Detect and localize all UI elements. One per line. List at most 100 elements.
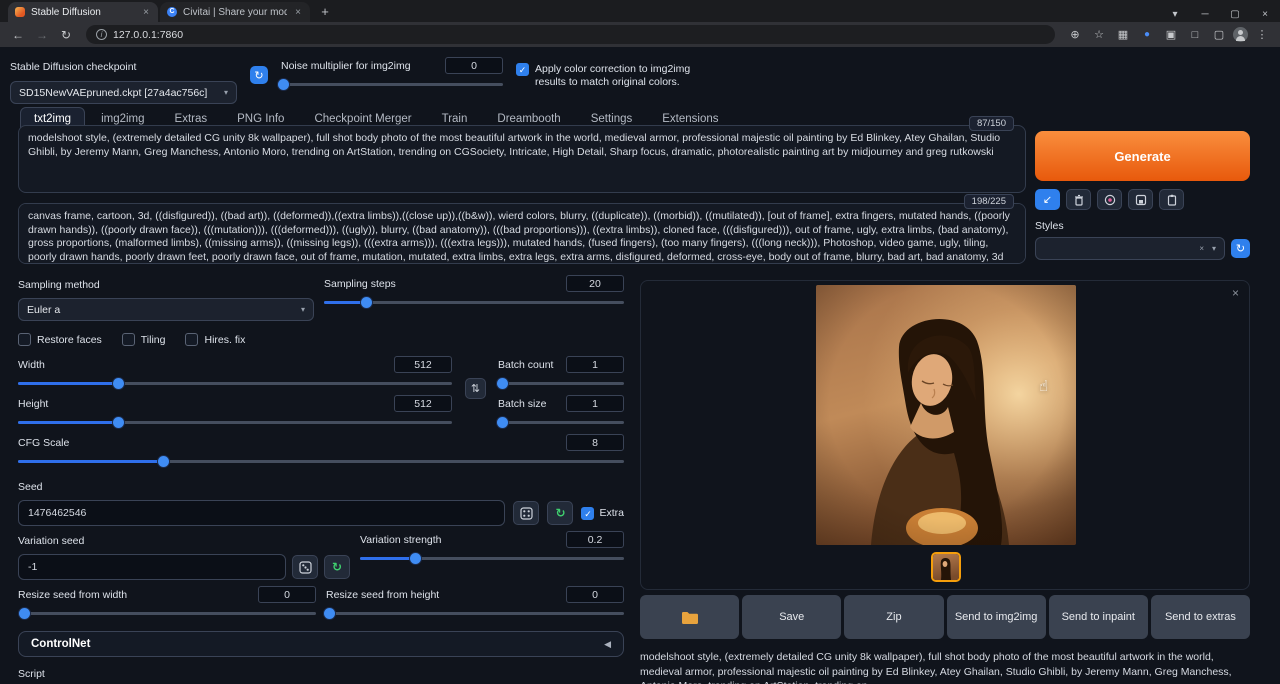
height-slider[interactable] [18,416,452,428]
sidebar-icon[interactable]: ▢ [1209,28,1229,41]
batch-count-slider[interactable] [498,377,624,389]
height-value[interactable]: 512 [394,395,452,412]
close-tab-icon[interactable]: × [141,7,151,18]
slider-knob[interactable] [497,378,508,389]
gallery-thumbnail[interactable] [931,552,961,582]
cfg-scale-slider[interactable] [18,455,624,467]
reload-icon[interactable]: ↻ [56,28,76,42]
random-seed-button[interactable] [513,501,539,525]
variation-strength-slider[interactable] [360,552,624,564]
cast-icon[interactable]: □ [1185,29,1205,41]
noise-multiplier-slider[interactable] [281,78,503,90]
browser-tab-stable-diffusion[interactable]: Stable Diffusion × [8,2,158,22]
checkpoint-dropdown[interactable]: SD15NewVAEpruned.ckpt [27a4ac756c] ▾ [10,81,237,104]
slider-knob[interactable] [158,456,169,467]
result-gallery: × [640,280,1250,590]
paste-params-button[interactable]: ↙ [1035,189,1060,210]
reuse-seed-button[interactable]: ↻ [547,501,573,525]
recycle-icon: ↻ [332,560,342,574]
tab-search-icon[interactable]: ▾ [1160,9,1190,20]
width-slider[interactable] [18,377,452,389]
variation-strength-label: Variation strength [360,534,442,546]
back-icon[interactable]: ← [8,28,28,42]
hires-fix-checkbox[interactable] [185,333,198,346]
reuse-variation-seed-button[interactable]: ↻ [324,555,350,579]
cfg-scale-value[interactable]: 8 [566,434,624,451]
send-to-extras-button[interactable]: Send to extras [1151,595,1250,639]
extra-networks-button[interactable] [1097,189,1122,210]
hand-cursor-icon: ☝ [1039,377,1048,395]
record-indicator-icon[interactable]: ● [1137,29,1157,40]
swap-dimensions-button[interactable]: ⇅ [465,378,486,399]
refresh-styles-button[interactable]: ↻ [1231,239,1250,258]
resize-seed-width-label: Resize seed from width [18,589,127,601]
close-window-button[interactable]: × [1250,9,1280,20]
slider-knob[interactable] [278,79,289,90]
maximize-button[interactable]: ▢ [1220,9,1250,20]
zip-button[interactable]: Zip [844,595,943,639]
resize-seed-height-slider[interactable] [326,607,624,619]
restore-faces-checkbox[interactable] [18,333,31,346]
batch-size-slider[interactable] [498,416,624,428]
generated-image[interactable] [816,285,1076,545]
styles-dropdown[interactable]: × ▾ [1035,237,1225,260]
send-to-img2img-button[interactable]: Send to img2img [947,595,1046,639]
slider-knob[interactable] [497,417,508,428]
tiling-checkbox[interactable] [122,333,135,346]
slider-knob[interactable] [410,553,421,564]
refresh-checkpoint-button[interactable]: ↻ [250,66,268,84]
open-folder-button[interactable] [640,595,739,639]
slider-knob[interactable] [324,608,335,619]
quick-settings: Stable Diffusion checkpoint SD15NewVAEpr… [10,57,711,104]
slider-knob[interactable] [113,378,124,389]
reading-list-icon[interactable]: ▣ [1161,28,1181,41]
resize-seed-height-value[interactable]: 0 [566,586,624,603]
clipboard-icon [1166,194,1178,206]
sampling-steps-value[interactable]: 20 [566,275,624,292]
seed-input[interactable]: 1476462546 [18,500,505,526]
color-correction-checkbox[interactable]: ✓ [516,63,529,76]
new-tab-button[interactable]: + [316,3,334,21]
slider-knob[interactable] [361,297,372,308]
batch-count-value[interactable]: 1 [566,356,624,373]
close-tab-icon[interactable]: × [293,7,303,18]
minimize-button[interactable]: ─ [1190,9,1220,20]
sampling-steps-slider[interactable] [324,296,624,308]
forward-icon[interactable]: → [32,28,52,42]
clear-prompt-button[interactable] [1066,189,1091,210]
color-correction-label: Apply color correction to img2img result… [535,63,711,89]
generate-button[interactable]: Generate [1035,131,1250,181]
styles-row: × ▾ ↻ [1035,237,1250,260]
browser-tab-civitai[interactable]: C Civitai | Share your models × [160,2,310,22]
apply-style-button[interactable] [1159,189,1184,210]
save-style-button[interactable] [1128,189,1153,210]
random-variation-seed-button[interactable] [292,555,318,579]
sampling-method-dropdown[interactable]: Euler a ▾ [18,298,314,321]
sampling-steps-group: Sampling steps 20 [324,275,624,321]
save-button[interactable]: Save [742,595,841,639]
install-icon[interactable]: ⊕ [1065,28,1085,41]
negative-prompt-input[interactable]: canvas frame, cartoon, 3d, ((disfigured)… [18,203,1026,264]
clear-styles-icon[interactable]: × [1199,244,1204,253]
close-gallery-icon[interactable]: × [1232,286,1239,300]
menu-dots-icon[interactable]: ⋮ [1252,28,1272,41]
resize-seed-width-slider[interactable] [18,607,316,619]
variation-seed-input[interactable]: -1 [18,554,286,580]
site-info-icon[interactable]: i [96,29,107,40]
variation-strength-value[interactable]: 0.2 [566,531,624,548]
controlnet-accordion[interactable]: ControlNet ◀ [18,631,624,657]
extra-seed-checkbox[interactable]: ✓ [581,507,594,520]
bookmark-star-icon[interactable]: ☆ [1089,28,1109,41]
noise-multiplier-control: Noise multiplier for img2img 0 [281,57,503,90]
noise-multiplier-value[interactable]: 0 [445,57,503,74]
profile-avatar[interactable] [1233,27,1248,42]
slider-knob[interactable] [113,417,124,428]
apps-grid-icon[interactable]: ▦ [1113,28,1133,41]
resize-seed-width-value[interactable]: 0 [258,586,316,603]
width-value[interactable]: 512 [394,356,452,373]
slider-knob[interactable] [19,608,30,619]
prompt-input[interactable]: modelshoot style, (extremely detailed CG… [18,125,1026,193]
address-bar[interactable]: i 127.0.0.1:7860 [86,25,1055,44]
send-to-inpaint-button[interactable]: Send to inpaint [1049,595,1148,639]
batch-size-value[interactable]: 1 [566,395,624,412]
